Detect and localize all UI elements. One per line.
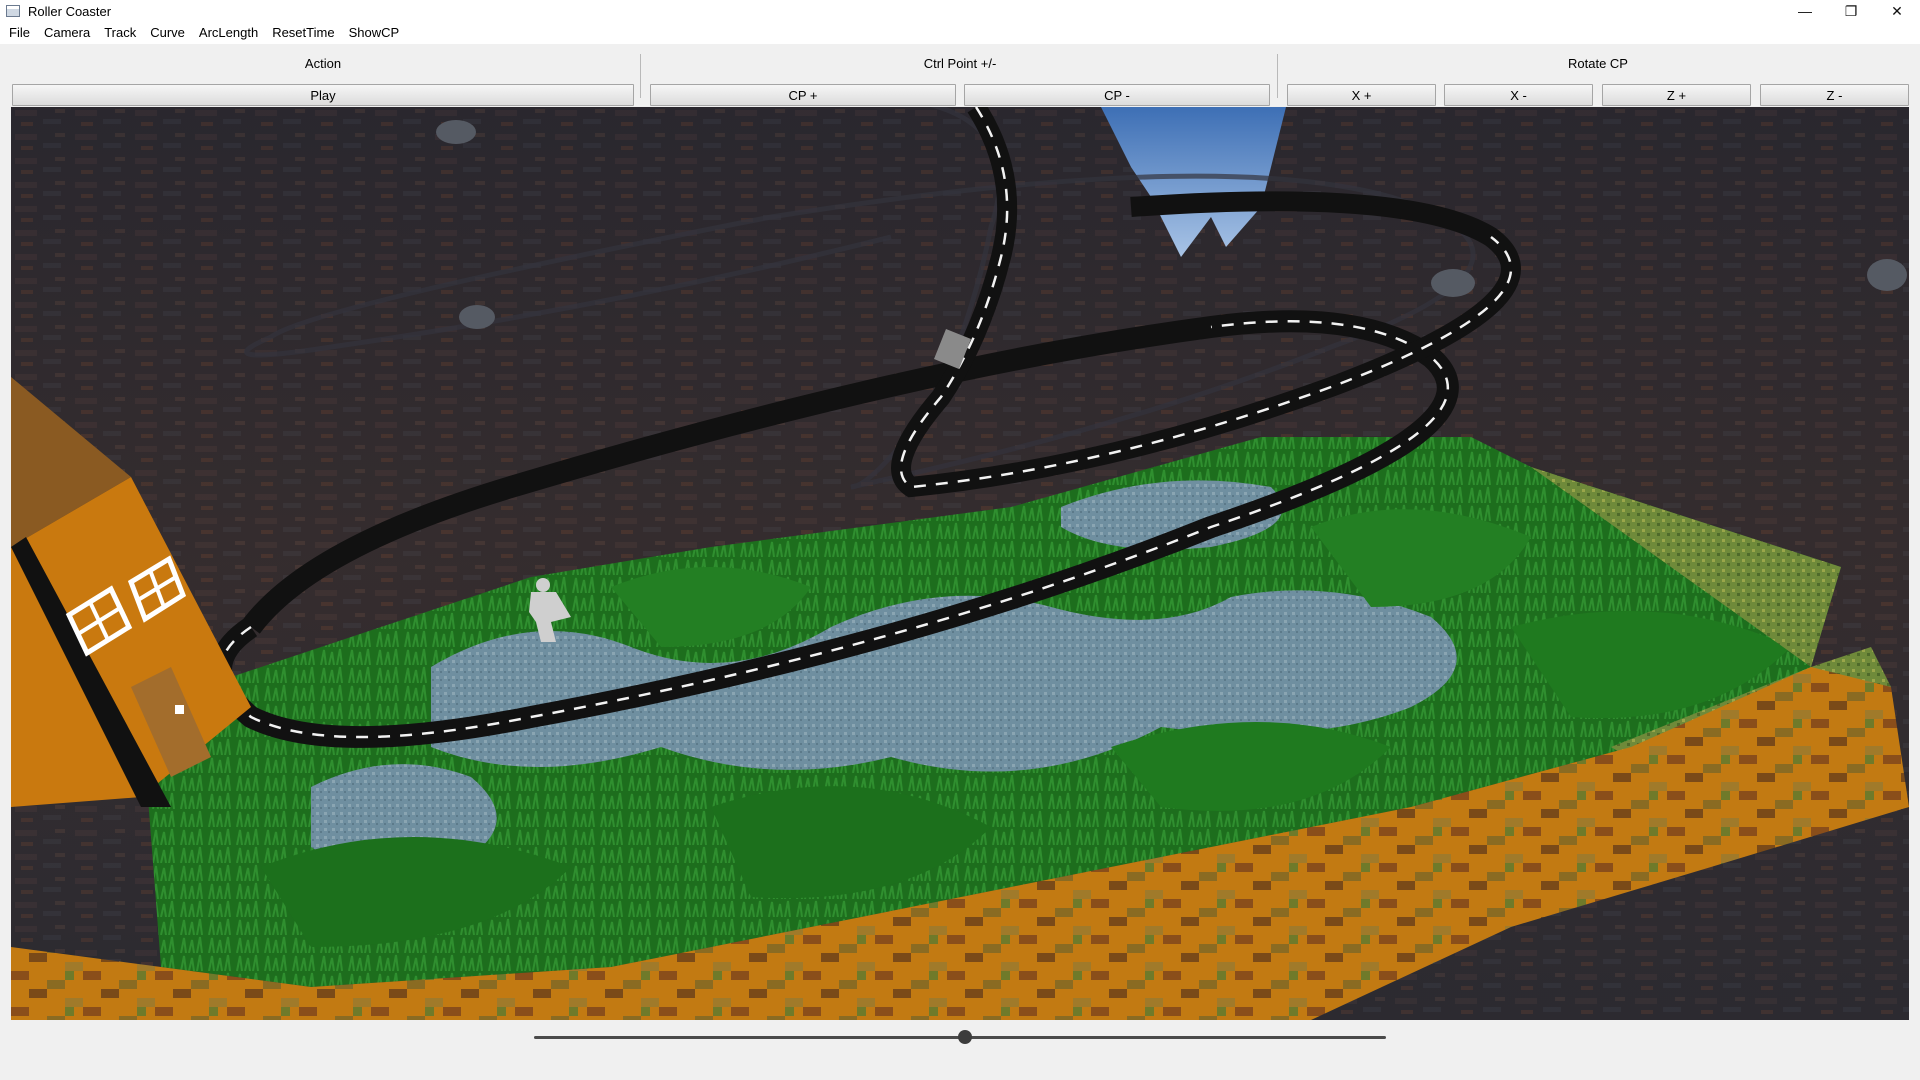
menu-file[interactable]: File <box>2 22 37 44</box>
cp-remove-button[interactable]: CP - <box>964 84 1270 106</box>
app-window: Roller Coaster — ❐ ✕ File Camera Track C… <box>0 0 1920 1080</box>
menu-arclength[interactable]: ArcLength <box>192 22 265 44</box>
menu-camera[interactable]: Camera <box>37 22 97 44</box>
rotate-z-minus-button[interactable]: Z - <box>1760 84 1909 106</box>
group-separator <box>1277 54 1278 98</box>
rotate-x-minus-button[interactable]: X - <box>1444 84 1593 106</box>
scene-render <box>11 107 1909 1020</box>
rotate-cp-group: Rotate CP X + X - Z + Z - <box>1287 50 1909 106</box>
menu-track[interactable]: Track <box>97 22 143 44</box>
rotate-x-plus-button[interactable]: X + <box>1287 84 1436 106</box>
app-icon <box>6 5 20 17</box>
restore-button[interactable]: ❐ <box>1828 0 1874 22</box>
play-button[interactable]: Play <box>12 84 634 106</box>
time-slider[interactable] <box>534 1026 1386 1048</box>
minimize-button[interactable]: — <box>1782 0 1828 22</box>
menu-resettime[interactable]: ResetTime <box>265 22 341 44</box>
window-controls: — ❐ ✕ <box>1782 0 1920 22</box>
rotate-cp-group-title: Rotate CP <box>1568 56 1628 71</box>
window-title: Roller Coaster <box>28 3 112 19</box>
scene-viewport[interactable] <box>11 107 1909 1020</box>
menu-curve[interactable]: Curve <box>143 22 192 44</box>
action-group-title: Action <box>304 56 342 71</box>
floating-rock <box>459 305 495 329</box>
menu-showcp[interactable]: ShowCP <box>342 22 407 44</box>
action-group: Action Play <box>12 50 634 106</box>
menu-bar: File Camera Track Curve ArcLength ResetT… <box>0 22 1920 44</box>
ctrl-point-group: Ctrl Point +/- CP + CP - <box>650 50 1270 106</box>
ctrl-point-group-title: Ctrl Point +/- <box>923 56 997 71</box>
group-separator <box>640 54 641 98</box>
floating-rock <box>1867 259 1907 291</box>
title-bar: Roller Coaster — ❐ ✕ <box>0 0 1920 22</box>
close-button[interactable]: ✕ <box>1874 0 1920 22</box>
cp-add-button[interactable]: CP + <box>650 84 956 106</box>
toolbar: Action Play Ctrl Point +/- CP + CP - Rot… <box>0 44 1920 106</box>
floating-rock <box>1431 269 1475 297</box>
slider-thumb[interactable] <box>958 1030 973 1044</box>
floating-rock <box>436 120 476 144</box>
rotate-z-plus-button[interactable]: Z + <box>1602 84 1751 106</box>
